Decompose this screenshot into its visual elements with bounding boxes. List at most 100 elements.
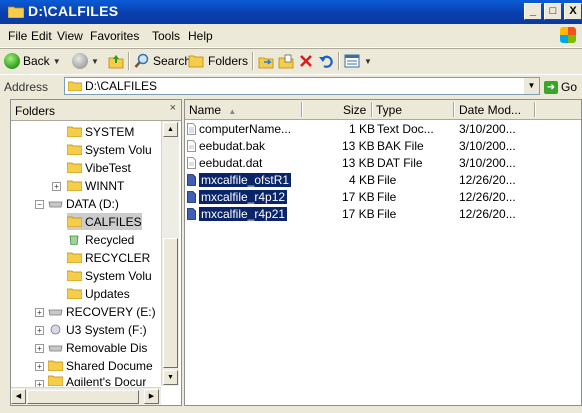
minimize-button[interactable]: _	[524, 3, 542, 20]
table-row[interactable]: eebudat.dat 13 KB DAT File 3/10/200...	[185, 155, 581, 171]
file-name: mxcalfile_r4p12	[199, 190, 288, 204]
folder-open-icon	[67, 216, 82, 227]
search-button[interactable]: Search	[134, 53, 191, 69]
column-divider[interactable]	[301, 102, 303, 117]
menu-edit[interactable]: Edit	[31, 29, 52, 43]
menu-bar: File Edit View Favorites Tools Help	[0, 25, 582, 48]
file-type: DAT File	[377, 156, 423, 170]
maximize-button[interactable]: □	[544, 3, 562, 20]
tree-item-system-volume-2[interactable]: System Volu	[67, 267, 152, 284]
column-header-date-modified[interactable]: Date Mod...	[459, 103, 521, 117]
folders-horizontal-scrollbar[interactable]: ◀ ▶	[11, 387, 161, 405]
back-label: Back	[23, 54, 50, 68]
expand-icon[interactable]: +	[35, 308, 44, 317]
close-pane-icon[interactable]: ×	[170, 102, 176, 114]
file-icon	[187, 208, 196, 220]
scroll-up-icon[interactable]: ▲	[163, 122, 178, 137]
folder-icon	[48, 375, 63, 386]
scroll-thumb[interactable]	[163, 238, 178, 368]
undo-button[interactable]	[318, 53, 334, 69]
file-icon	[187, 157, 196, 169]
menu-favorites[interactable]: Favorites	[90, 29, 139, 43]
tree-item-label: Removable Dis	[66, 340, 148, 355]
file-name: eebudat.bak	[199, 139, 266, 153]
folder-icon	[67, 180, 82, 191]
expand-icon[interactable]: +	[52, 182, 61, 191]
back-button[interactable]: Back ▼	[4, 53, 61, 69]
file-size: 1 KB	[349, 122, 376, 136]
folder-icon	[8, 6, 24, 18]
tree-item-updates[interactable]: Updates	[67, 285, 130, 302]
tree-item-calfiles[interactable]: CALFILES	[67, 213, 142, 230]
go-arrow-icon: ➜	[544, 80, 558, 94]
windows-logo-icon	[560, 27, 576, 43]
column-divider[interactable]	[453, 102, 455, 117]
file-size: 4 KB	[349, 173, 376, 187]
tree-item-label: VibeTest	[85, 160, 131, 175]
undo-icon	[319, 55, 333, 68]
forward-dropdown-icon: ▼	[91, 56, 99, 66]
tree-item-data-drive[interactable]: DATA (D:)	[48, 195, 119, 212]
menu-tools[interactable]: Tools	[152, 29, 180, 43]
scroll-down-icon[interactable]: ▼	[163, 370, 178, 385]
tree-item-winnt[interactable]: WINNT	[67, 177, 124, 194]
folders-icon	[188, 55, 204, 68]
table-row[interactable]: mxcalfile_ofstR1 4 KB File 12/26/20...	[185, 172, 581, 188]
scroll-right-icon[interactable]: ▶	[144, 389, 159, 404]
scroll-left-icon[interactable]: ◀	[11, 389, 26, 404]
close-button[interactable]: X	[564, 3, 582, 20]
tree-item-recycled[interactable]: Recycled	[67, 231, 134, 248]
column-header-name[interactable]: Name ▲	[189, 103, 236, 117]
folder-icon	[48, 360, 63, 371]
tree-item-agilent-documents[interactable]: Agilent's Docur	[48, 375, 146, 386]
tree-item-label: DATA (D:)	[66, 196, 119, 211]
folders-button[interactable]: Folders	[188, 53, 248, 69]
menu-help[interactable]: Help	[188, 29, 213, 43]
file-date: 3/10/200...	[459, 139, 516, 153]
address-dropdown-icon[interactable]: ▼	[524, 78, 539, 94]
collapse-icon[interactable]: −	[35, 200, 44, 209]
tree-item-label: CALFILES	[85, 214, 142, 229]
column-header-type[interactable]: Type	[376, 103, 402, 117]
table-row[interactable]: eebudat.bak 13 KB BAK File 3/10/200...	[185, 138, 581, 154]
table-row[interactable]: computerName... 1 KB Text Doc... 3/10/20…	[185, 121, 581, 137]
go-label: Go	[561, 80, 578, 94]
expand-icon[interactable]: +	[35, 344, 44, 353]
scroll-thumb[interactable]	[27, 390, 139, 404]
column-header-label: Name	[189, 103, 222, 117]
tree-item-u3-system[interactable]: U3 System (F:)	[48, 321, 147, 338]
tree-item-system-volume[interactable]: System Volu	[67, 141, 152, 158]
address-field[interactable]: D:\CALFILES ▼	[64, 77, 540, 95]
file-name: mxcalfile_r4p21	[199, 207, 288, 221]
tree-item-system[interactable]: SYSTEM	[67, 123, 134, 140]
tree-item-label: Recycled	[85, 232, 135, 247]
file-date: 12/26/20...	[459, 207, 516, 221]
column-divider[interactable]	[371, 102, 373, 117]
tree-item-recycler[interactable]: RECYCLER	[67, 249, 150, 266]
up-folder-button[interactable]	[108, 53, 124, 69]
menu-view[interactable]: View	[57, 29, 83, 43]
file-size: 13 KB	[342, 139, 375, 153]
tree-item-shared-documents[interactable]: Shared Docume	[48, 357, 153, 374]
views-dropdown-icon: ▼	[364, 56, 372, 66]
table-row[interactable]: mxcalfile_r4p21 17 KB File 12/26/20...	[185, 206, 581, 222]
views-button[interactable]: ▼	[344, 53, 372, 69]
expand-icon[interactable]: +	[35, 326, 44, 335]
file-date: 3/10/200...	[459, 156, 516, 170]
tree-item-removable-disk[interactable]: Removable Dis	[48, 339, 147, 356]
tree-item-vibetest[interactable]: VibeTest	[67, 159, 131, 176]
forward-button[interactable]: ▼	[72, 53, 99, 69]
delete-button[interactable]	[298, 53, 314, 69]
menu-file[interactable]: File	[8, 29, 27, 43]
tree-item-label: Shared Docume	[66, 358, 153, 373]
move-to-button[interactable]	[258, 53, 274, 69]
tree-item-recovery-drive[interactable]: RECOVERY (E:)	[48, 303, 156, 320]
go-button[interactable]: ➜ Go	[544, 80, 577, 94]
table-row[interactable]: mxcalfile_r4p12 17 KB File 12/26/20...	[185, 189, 581, 205]
views-icon	[344, 54, 360, 68]
column-header-size[interactable]: Size	[343, 103, 366, 117]
copy-to-button[interactable]	[278, 53, 294, 69]
expand-icon[interactable]: +	[35, 362, 44, 371]
column-divider[interactable]	[534, 102, 536, 117]
folders-vertical-scrollbar[interactable]: ▲ ▼	[161, 121, 179, 386]
